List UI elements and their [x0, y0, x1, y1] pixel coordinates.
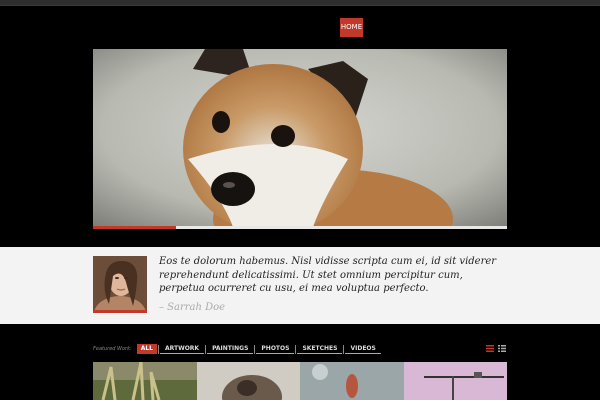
filter-paintings[interactable]: PAINTINGS: [207, 345, 254, 354]
portfolio-thumb-grass[interactable]: [93, 362, 197, 400]
filters-label: Featured Work:: [93, 346, 132, 352]
filter-videos[interactable]: VIDEOS: [345, 345, 381, 354]
view-toggle: [486, 345, 506, 352]
testimonial-quote: Eos te dolorum habemus. Nisl vidisse scr…: [159, 256, 497, 294]
hero-slider[interactable]: [93, 49, 507, 227]
filter-artwork[interactable]: ARTWORK: [159, 345, 205, 354]
filter-separator: [205, 344, 207, 354]
portfolio-thumb-street[interactable]: [403, 362, 507, 400]
filter-separator: [295, 344, 297, 354]
avatar-photo: [93, 256, 147, 310]
top-bar: [0, 0, 600, 6]
slider-progress-bar: [93, 226, 507, 229]
portfolio-filters: Featured Work: ALL ARTWORK PAINTINGS PHO…: [93, 343, 381, 355]
hero-image-dog: [93, 49, 507, 227]
testimonial-section: Eos te dolorum habemus. Nisl vidisse scr…: [0, 247, 600, 324]
portfolio-thumb-bokeh[interactable]: [300, 362, 404, 400]
avatar: [93, 256, 147, 310]
main-nav: HOME: [340, 18, 363, 37]
filter-separator: [157, 344, 159, 354]
list-view-icon[interactable]: [498, 345, 506, 352]
portfolio-thumb-dog[interactable]: [196, 362, 300, 400]
filter-photos[interactable]: PHOTOS: [256, 345, 295, 354]
slider-progress-fill: [93, 226, 176, 229]
avatar-accent-bar: [93, 310, 147, 313]
testimonial-author: – Sarrah Doe: [159, 302, 226, 313]
filter-separator: [343, 344, 345, 354]
filter-separator: [254, 344, 256, 354]
portfolio-grid: [93, 362, 507, 400]
filter-all[interactable]: ALL: [136, 344, 157, 354]
nav-home-link[interactable]: HOME: [340, 18, 363, 37]
filter-sketches[interactable]: SKETCHES: [297, 345, 343, 354]
grid-view-icon[interactable]: [486, 345, 494, 352]
